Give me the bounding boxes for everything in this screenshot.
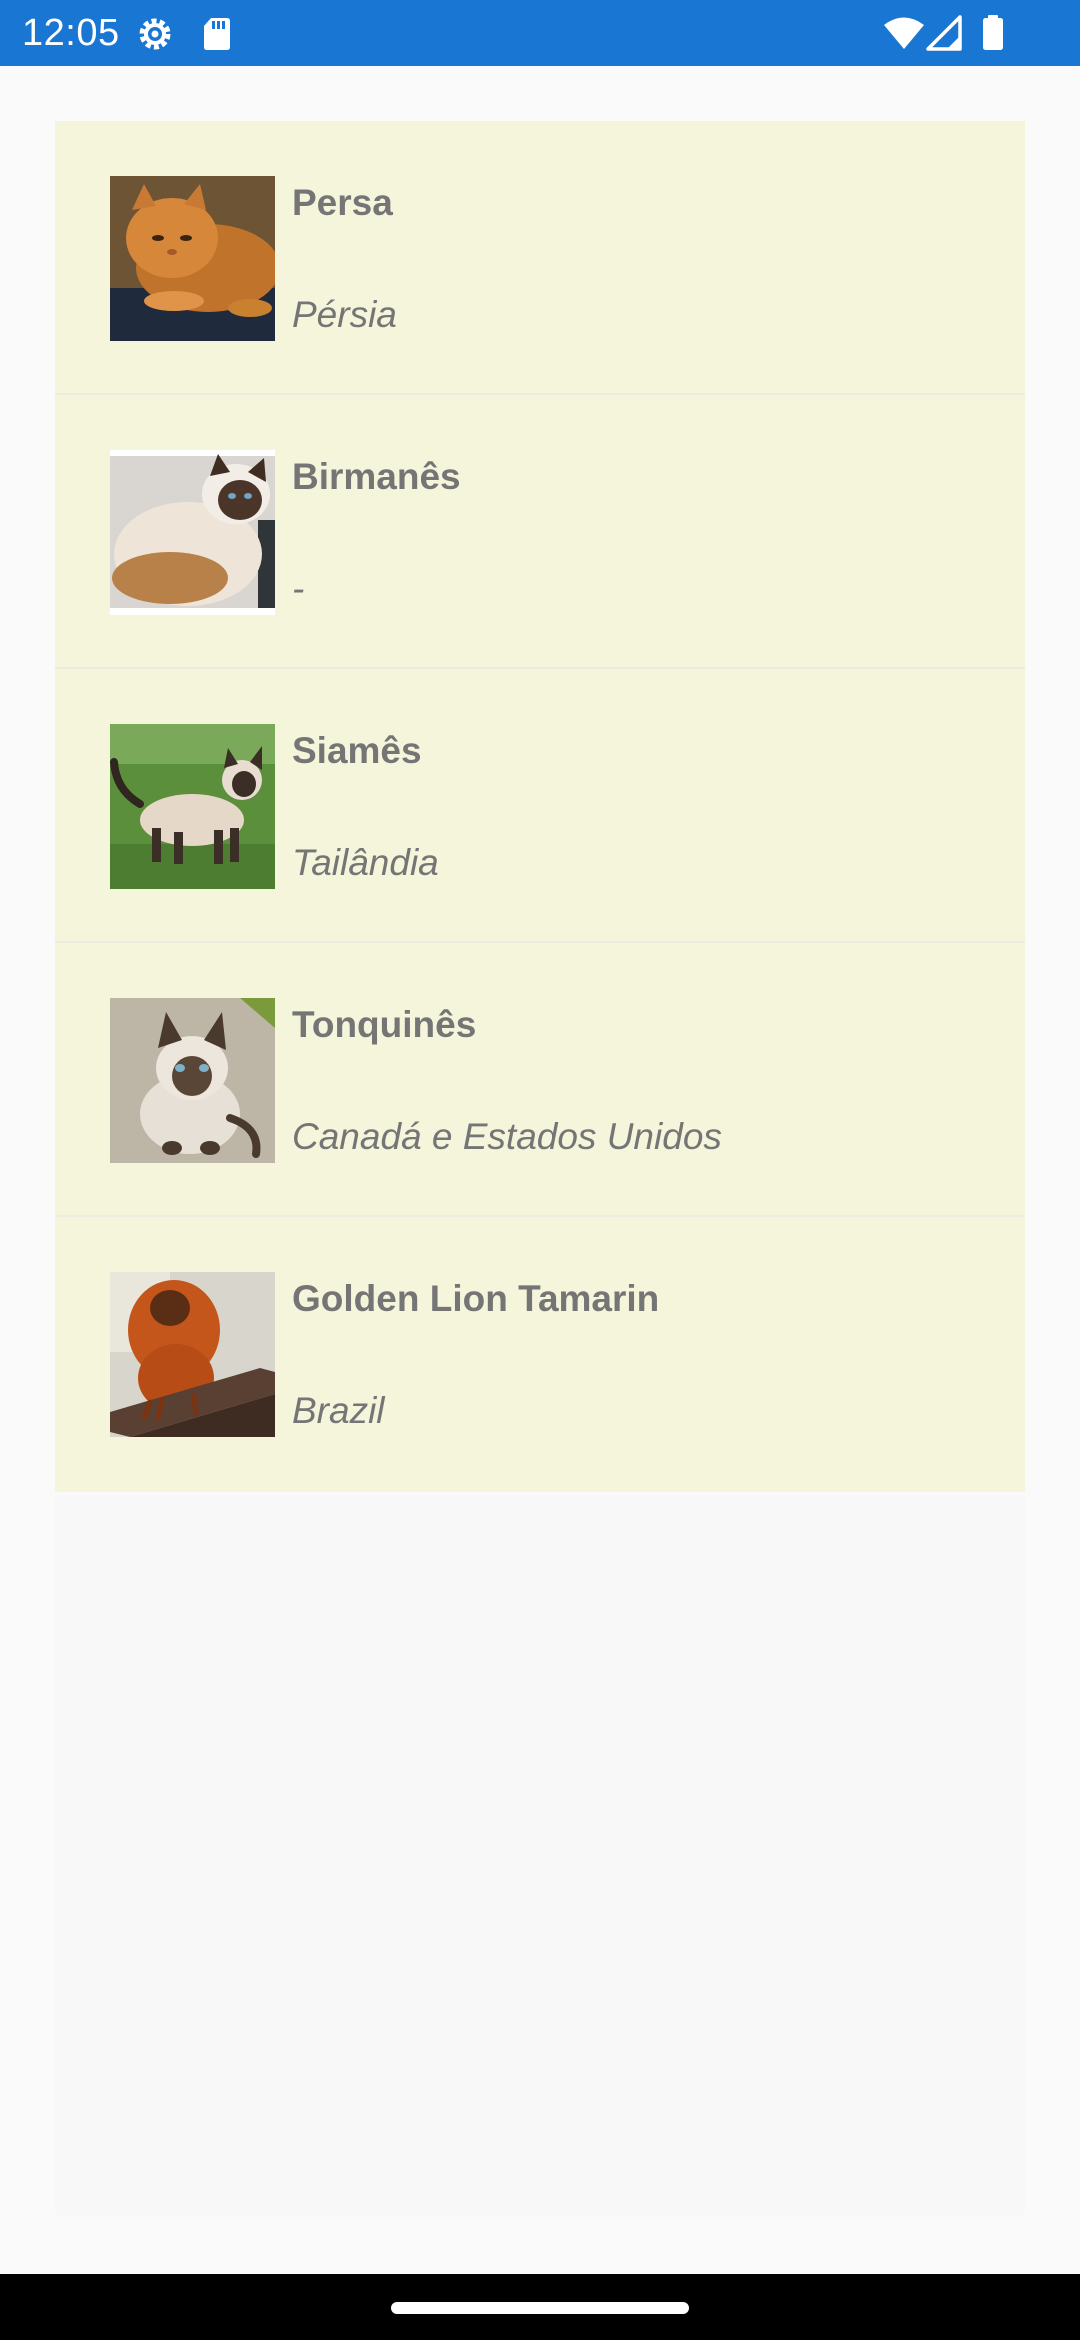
item-name: Persa [292, 182, 393, 223]
cell-signal-icon [925, 14, 963, 54]
siamese-cat-photo [110, 724, 275, 889]
item-origin: Canadá e Estados Unidos [292, 1116, 722, 1157]
item-origin: Tailândia [292, 842, 439, 883]
status-bar: 12:05 [0, 0, 1080, 66]
list-item[interactable]: Birmanês - [55, 395, 1025, 669]
sd-card-icon [202, 14, 232, 54]
settings-gear-icon [135, 14, 175, 54]
list-item[interactable]: Golden Lion Tamarin Brazil [55, 1217, 1025, 1492]
wifi-icon [883, 14, 925, 54]
animal-list: Persa Pérsia Birmanês - Siamês Tailândia… [55, 121, 1025, 1492]
birman-cat-photo [110, 450, 275, 615]
tonkinese-cat-photo [110, 998, 275, 1163]
list-item[interactable]: Siamês Tailândia [55, 669, 1025, 943]
item-name: Golden Lion Tamarin [292, 1278, 660, 1319]
battery-icon [981, 14, 1005, 54]
home-handle[interactable] [391, 2302, 689, 2314]
item-origin: Pérsia [292, 294, 397, 335]
golden-lion-tamarin-photo [110, 1272, 275, 1437]
item-origin: - [292, 568, 305, 609]
persian-cat-photo [110, 176, 275, 341]
list-item[interactable]: Persa Pérsia [55, 121, 1025, 395]
navigation-bar [0, 2274, 1080, 2340]
status-time: 12:05 [22, 12, 120, 54]
item-name: Tonquinês [292, 1004, 477, 1045]
list-empty-area [55, 1495, 1025, 2215]
item-origin: Brazil [292, 1390, 385, 1431]
list-item[interactable]: Tonquinês Canadá e Estados Unidos [55, 943, 1025, 1217]
item-name: Siamês [292, 730, 422, 771]
item-name: Birmanês [292, 456, 461, 497]
